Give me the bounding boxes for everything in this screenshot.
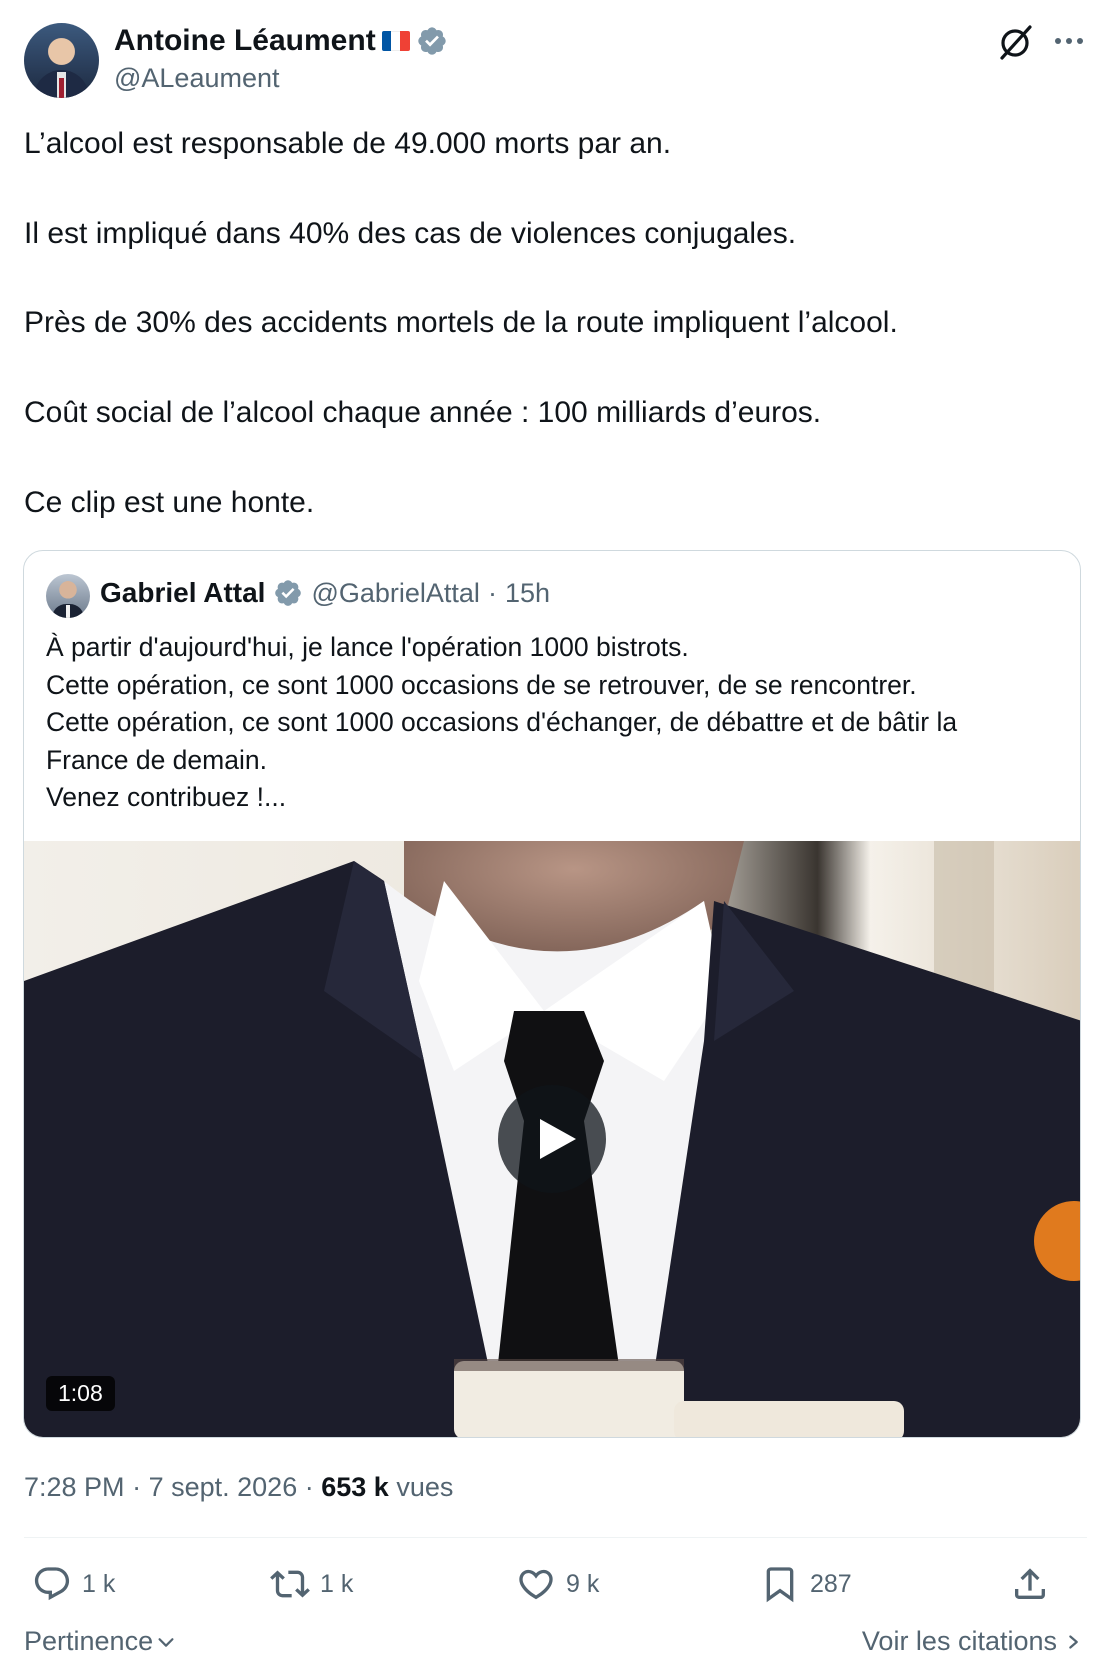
view-quotes-label: Voir les citations	[861, 1626, 1057, 1656]
play-icon	[540, 1119, 576, 1159]
post-text-line: Coût social de l’alcool chaque année : 1…	[24, 396, 822, 429]
more-icon[interactable]	[1050, 22, 1088, 60]
views-label: vues	[396, 1472, 454, 1502]
french-flag-icon	[381, 31, 410, 51]
view-quotes-link[interactable]: Voir les citations	[862, 1626, 1083, 1657]
post-text-line: Près de 30% des accidents mortels de la …	[24, 306, 898, 339]
video-player[interactable]: 1:08	[24, 841, 1080, 1437]
verified-badge-icon[interactable]	[416, 25, 448, 57]
views-count: 653 k	[321, 1472, 389, 1502]
bookmark-count: 287	[810, 1569, 852, 1598]
quoted-author-avatar[interactable]	[46, 574, 90, 618]
quoted-author-name[interactable]: Gabriel Attal	[100, 577, 265, 609]
chevron-down-icon	[158, 1637, 174, 1647]
play-button[interactable]	[498, 1085, 606, 1193]
author-avatar[interactable]	[24, 23, 99, 98]
sort-label: Pertinence	[24, 1626, 154, 1656]
quoted-author-handle[interactable]: @GabrielAttal	[311, 578, 479, 609]
like-button[interactable]: 9 k	[516, 1562, 599, 1606]
reply-icon	[34, 1567, 70, 1601]
quoted-post-time[interactable]: 15h	[505, 578, 550, 609]
bookmark-button[interactable]: 287	[760, 1562, 852, 1606]
post-meta: 7:28 PM · 7 sept. 2026 · 653 k vues	[24, 1472, 453, 1503]
author-handle[interactable]: @ALeaument	[114, 63, 280, 94]
heart-icon	[519, 1569, 553, 1600]
chevron-right-icon	[1069, 1634, 1078, 1649]
quoted-text-line: Venez contribuez !...	[46, 782, 287, 812]
separator: ·	[487, 577, 497, 608]
post-text-line: Il est impliqué dans 40% des cas de viol…	[24, 217, 797, 250]
grok-icon[interactable]	[996, 22, 1036, 62]
quoted-text-line: Cette opération, ce sont 1000 occasions …	[46, 669, 917, 700]
quoted-post-header: Gabriel Attal @GabrielAttal · 15h	[100, 577, 550, 609]
author-name-row[interactable]: Antoine Léaument	[114, 24, 448, 58]
author-name[interactable]: Antoine Léaument	[114, 24, 376, 58]
verified-badge-icon[interactable]	[273, 578, 303, 608]
sort-dropdown[interactable]: Pertinence	[24, 1626, 177, 1657]
like-count: 9 k	[566, 1569, 600, 1598]
repost-count: 1 k	[320, 1569, 354, 1598]
video-duration: 1:08	[46, 1376, 115, 1411]
quoted-text-line: À partir d'aujourd'hui, je lance l'opéra…	[46, 632, 689, 662]
post-text-line: L’alcool est responsable de 49.000 morts…	[24, 127, 672, 160]
quoted-text-line: France de demain.	[46, 744, 267, 775]
post-time[interactable]: 7:28 PM	[24, 1472, 125, 1502]
repost-button[interactable]: 1 k	[270, 1562, 353, 1606]
bookmark-icon	[766, 1567, 794, 1603]
divider	[24, 1537, 1087, 1538]
repost-icon	[270, 1570, 310, 1598]
post-text-line: Ce clip est une honte.	[24, 486, 315, 519]
reply-count: 1 k	[82, 1569, 116, 1598]
quoted-post-text: À partir d'aujourd'hui, je lance l'opéra…	[46, 629, 957, 817]
post-date[interactable]: 7 sept. 2026	[149, 1472, 298, 1502]
meta-separator: ·	[132, 1472, 142, 1502]
meta-separator: ·	[304, 1472, 314, 1502]
share-icon	[1015, 1568, 1045, 1599]
quoted-text-line: Cette opération, ce sont 1000 occasions …	[46, 707, 958, 737]
quoted-post[interactable]: Gabriel Attal @GabrielAttal · 15h À part…	[23, 550, 1081, 1438]
reply-button[interactable]: 1 k	[32, 1562, 115, 1606]
share-button[interactable]	[1010, 1562, 1050, 1606]
